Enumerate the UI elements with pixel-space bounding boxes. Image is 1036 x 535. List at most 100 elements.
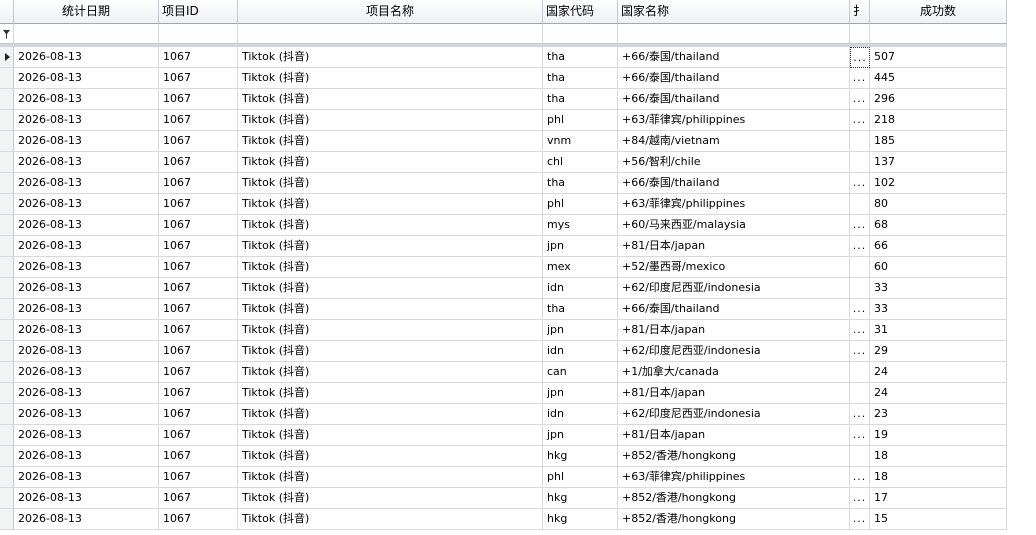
cell-country-name[interactable]: +62/印度尼西亚/indonesia — [618, 278, 850, 299]
row-indicator[interactable] — [0, 110, 14, 131]
cell-project-name[interactable]: Tiktok (抖音) — [238, 299, 543, 320]
row-indicator[interactable] — [0, 257, 14, 278]
cell-success[interactable]: 218 — [870, 110, 1007, 131]
row-indicator[interactable] — [0, 194, 14, 215]
cell-success[interactable]: 33 — [870, 278, 1007, 299]
cell-success[interactable]: 137 — [870, 152, 1007, 173]
cell-extra[interactable] — [850, 257, 870, 278]
cell-date[interactable]: 2026-08-13 — [14, 215, 159, 236]
column-header-success[interactable]: 成功数 — [870, 0, 1007, 23]
cell-date[interactable]: 2026-08-13 — [14, 341, 159, 362]
cell-country-code[interactable]: tha — [543, 89, 618, 110]
cell-project-name[interactable]: Tiktok (抖音) — [238, 152, 543, 173]
table-row[interactable]: 2026-08-13 1067 Tiktok (抖音) idn +62/印度尼西亚/in… — [0, 341, 1036, 362]
row-indicator[interactable] — [0, 341, 14, 362]
cell-success[interactable]: 19 — [870, 425, 1007, 446]
cell-project-id[interactable]: 1067 — [159, 467, 238, 488]
column-header-country_code[interactable]: 国家代码 — [543, 0, 618, 23]
cell-project-name[interactable]: Tiktok (抖音) — [238, 47, 543, 68]
cell-date[interactable]: 2026-08-13 — [14, 89, 159, 110]
cell-country-name[interactable]: +81/日本/japan — [618, 236, 850, 257]
table-row[interactable]: 2026-08-13 1067 Tiktok (抖音) idn +62/印度尼西亚/in… — [0, 404, 1036, 425]
cell-date[interactable]: 2026-08-13 — [14, 446, 159, 467]
cell-country-name[interactable]: +56/智利/chile — [618, 152, 850, 173]
row-indicator[interactable] — [0, 488, 14, 509]
cell-country-code[interactable]: mys — [543, 215, 618, 236]
cell-country-code[interactable]: vnm — [543, 131, 618, 152]
cell-country-code[interactable]: phl — [543, 110, 618, 131]
cell-country-code[interactable]: hkg — [543, 509, 618, 530]
cell-date[interactable]: 2026-08-13 — [14, 467, 159, 488]
cell-project-id[interactable]: 1067 — [159, 383, 238, 404]
cell-project-id[interactable]: 1067 — [159, 236, 238, 257]
cell-extra[interactable] — [850, 446, 870, 467]
table-row[interactable]: 2026-08-13 1067 Tiktok (抖音) hkg +852/香港/hong… — [0, 488, 1036, 509]
cell-project-name[interactable]: Tiktok (抖音) — [238, 488, 543, 509]
table-row[interactable]: 2026-08-13 1067 Tiktok (抖音) jpn +81/日本/japan… — [0, 236, 1036, 257]
cell-country-name[interactable]: +852/香港/hongkong — [618, 509, 850, 530]
filter-cell-date[interactable] — [14, 24, 159, 43]
cell-date[interactable]: 2026-08-13 — [14, 236, 159, 257]
cell-country-code[interactable]: tha — [543, 173, 618, 194]
cell-project-id[interactable]: 1067 — [159, 362, 238, 383]
cell-country-code[interactable]: hkg — [543, 446, 618, 467]
cell-extra[interactable]: ... — [850, 467, 870, 488]
cell-date[interactable]: 2026-08-13 — [14, 131, 159, 152]
cell-country-code[interactable]: jpn — [543, 320, 618, 341]
cell-date[interactable]: 2026-08-13 — [14, 152, 159, 173]
cell-extra[interactable]: ... — [850, 47, 870, 68]
cell-date[interactable]: 2026-08-13 — [14, 278, 159, 299]
row-indicator[interactable] — [0, 47, 14, 68]
cell-project-name[interactable]: Tiktok (抖音) — [238, 173, 543, 194]
cell-project-id[interactable]: 1067 — [159, 173, 238, 194]
cell-date[interactable]: 2026-08-13 — [14, 47, 159, 68]
cell-country-name[interactable]: +84/越南/vietnam — [618, 131, 850, 152]
table-row[interactable]: 2026-08-13 1067 Tiktok (抖音) can +1/加拿大/canad… — [0, 362, 1036, 383]
cell-project-id[interactable]: 1067 — [159, 299, 238, 320]
filter-cell-project_id[interactable] — [159, 24, 238, 43]
cell-country-name[interactable]: +52/墨西哥/mexico — [618, 257, 850, 278]
cell-date[interactable]: 2026-08-13 — [14, 257, 159, 278]
table-row[interactable]: 2026-08-13 1067 Tiktok (抖音) idn +62/印度尼西亚/in… — [0, 278, 1036, 299]
cell-country-name[interactable]: +66/泰国/thailand — [618, 173, 850, 194]
cell-project-id[interactable]: 1067 — [159, 446, 238, 467]
table-row[interactable]: 2026-08-13 1067 Tiktok (抖音) phl +63/菲律宾/phil… — [0, 467, 1036, 488]
cell-project-name[interactable]: Tiktok (抖音) — [238, 383, 543, 404]
cell-project-id[interactable]: 1067 — [159, 89, 238, 110]
table-row[interactable]: 2026-08-13 1067 Tiktok (抖音) jpn +81/日本/japan… — [0, 425, 1036, 446]
cell-success[interactable]: 31 — [870, 320, 1007, 341]
table-row[interactable]: 2026-08-13 1067 Tiktok (抖音) mys +60/马来西亚/mal… — [0, 215, 1036, 236]
cell-extra[interactable]: ... — [850, 299, 870, 320]
cell-country-name[interactable]: +66/泰国/thailand — [618, 47, 850, 68]
cell-extra[interactable]: ... — [850, 173, 870, 194]
cell-country-code[interactable]: phl — [543, 194, 618, 215]
row-indicator[interactable] — [0, 173, 14, 194]
cell-country-code[interactable]: tha — [543, 299, 618, 320]
table-row[interactable]: 2026-08-13 1067 Tiktok (抖音) jpn +81/日本/japan… — [0, 320, 1036, 341]
cell-country-code[interactable]: phl — [543, 467, 618, 488]
cell-country-name[interactable]: +852/香港/hongkong — [618, 488, 850, 509]
cell-project-id[interactable]: 1067 — [159, 68, 238, 89]
row-indicator[interactable] — [0, 68, 14, 89]
cell-project-id[interactable]: 1067 — [159, 341, 238, 362]
cell-project-id[interactable]: 1067 — [159, 110, 238, 131]
cell-country-name[interactable]: +60/马来西亚/malaysia — [618, 215, 850, 236]
cell-date[interactable]: 2026-08-13 — [14, 173, 159, 194]
cell-project-name[interactable]: Tiktok (抖音) — [238, 215, 543, 236]
cell-success[interactable]: 15 — [870, 509, 1007, 530]
cell-country-name[interactable]: +1/加拿大/canada — [618, 362, 850, 383]
cell-country-name[interactable]: +63/菲律宾/philippines — [618, 110, 850, 131]
cell-success[interactable]: 18 — [870, 467, 1007, 488]
row-indicator[interactable] — [0, 467, 14, 488]
cell-extra[interactable]: ... — [850, 341, 870, 362]
column-header-extra[interactable]: 扌 — [850, 0, 870, 23]
cell-date[interactable]: 2026-08-13 — [14, 194, 159, 215]
cell-success[interactable]: 29 — [870, 341, 1007, 362]
row-indicator[interactable] — [0, 425, 14, 446]
table-row[interactable]: 2026-08-13 1067 Tiktok (抖音) tha +66/泰国/thail… — [0, 173, 1036, 194]
cell-success[interactable]: 24 — [870, 383, 1007, 404]
cell-extra[interactable]: ... — [850, 320, 870, 341]
cell-date[interactable]: 2026-08-13 — [14, 383, 159, 404]
row-indicator[interactable] — [0, 89, 14, 110]
cell-country-name[interactable]: +852/香港/hongkong — [618, 446, 850, 467]
